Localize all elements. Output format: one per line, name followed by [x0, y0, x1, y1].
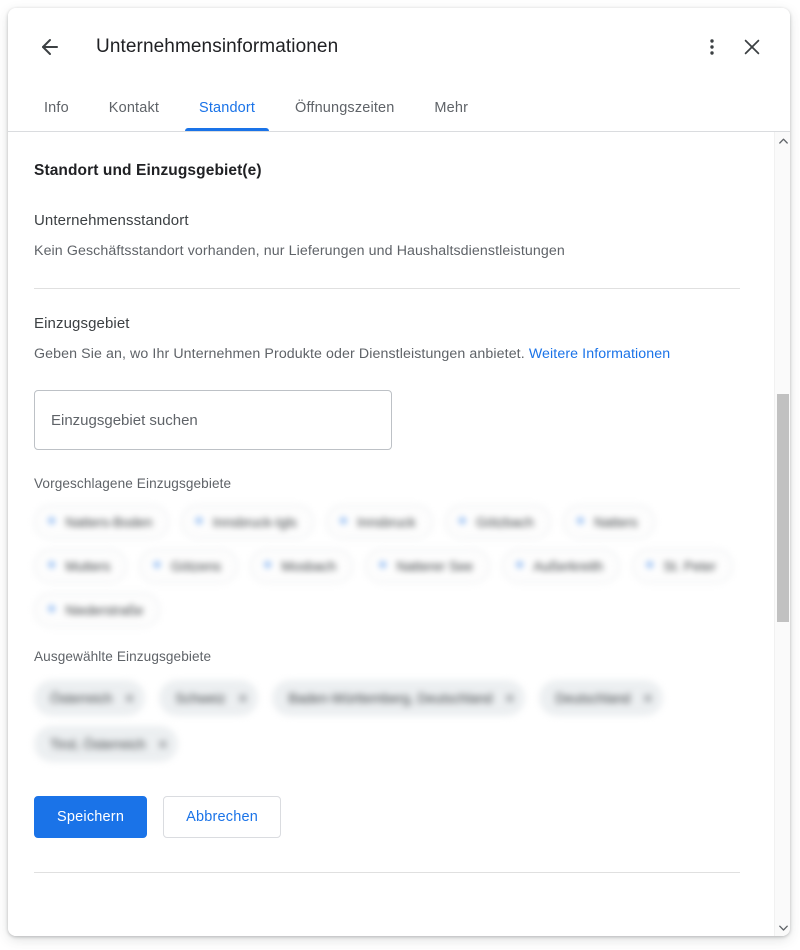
tab-standort[interactable]: Standort [185, 85, 270, 131]
suggested-chip-label: Innsbruck [357, 514, 416, 530]
selected-chip[interactable]: Deutschland ✕ [539, 680, 664, 717]
suggested-chip[interactable]: + Natters-Boden [34, 505, 170, 540]
cancel-button[interactable]: Abbrechen [163, 796, 282, 839]
service-area-search-box[interactable] [34, 390, 392, 451]
service-area-description-text: Geben Sie an, wo Ihr Unternehmen Produkt… [34, 345, 525, 362]
dialog-body: Standort und Einzugsgebiet(e) Unternehme… [8, 131, 790, 936]
back-arrow-icon[interactable] [30, 27, 70, 67]
learn-more-link[interactable]: Weitere Informationen [529, 346, 670, 362]
selected-chip-label: Deutschland [555, 690, 631, 706]
suggested-chip[interactable]: + Natters [562, 505, 655, 540]
dialog-header: Unternehmensinformationen [8, 8, 790, 85]
business-info-dialog: Unternehmensinformationen Info Kontakt S… [8, 8, 790, 936]
tab-mehr[interactable]: Mehr [420, 85, 482, 131]
vertical-scrollbar[interactable] [774, 132, 790, 936]
add-icon: + [152, 557, 162, 575]
suggested-chip-label: Mosbach [281, 558, 337, 574]
section-divider [34, 287, 740, 289]
save-button[interactable]: Speichern [34, 796, 148, 839]
service-area-description: Geben Sie an, wo Ihr Unternehmen Produkt… [34, 344, 740, 365]
remove-chip-icon[interactable]: ✕ [124, 692, 135, 705]
remove-chip-icon[interactable]: ✕ [237, 692, 248, 705]
add-icon: + [378, 557, 388, 575]
service-area-title: Einzugsgebiet [34, 314, 130, 332]
page-title: Unternehmensinformationen [96, 35, 339, 57]
remove-chip-icon[interactable]: ✕ [504, 692, 515, 705]
suggested-chip-label: Natters [594, 514, 638, 530]
suggested-chip[interactable]: + Mutters [34, 549, 128, 584]
scroll-down-arrow-icon[interactable] [775, 919, 790, 936]
suggested-chip-label: Niederstraße [65, 602, 144, 618]
suggested-chip[interactable]: + Niederstraße [34, 593, 161, 628]
add-icon: + [194, 513, 204, 531]
suggested-areas-label: Vorgeschlagene Einzugsgebiete [34, 476, 232, 492]
suggested-chip[interactable]: + Mosbach [249, 549, 354, 584]
suggested-chip[interactable]: + Götzens [139, 549, 238, 584]
tab-kontakt[interactable]: Kontakt [95, 85, 173, 131]
remove-chip-icon[interactable]: ✕ [158, 738, 169, 751]
add-icon: + [47, 601, 57, 619]
suggested-chip-label: Natters-Boden [65, 514, 153, 530]
selected-chip-list: Österreich ✕ Schweiz ✕ Baden-Württemberg, De… [34, 680, 740, 763]
tab-info[interactable]: Info [30, 85, 83, 131]
selected-chip[interactable]: Österreich ✕ [34, 680, 146, 717]
selected-chip[interactable]: Schweiz ✕ [159, 680, 259, 717]
suggested-chip[interactable]: + Natterer See [365, 549, 490, 584]
business-location-title: Unternehmensstandort [34, 212, 189, 229]
selected-chip-label: Baden-Württemberg, Deutschland [288, 690, 493, 706]
service-area-search-input[interactable] [51, 411, 375, 429]
suggested-chip[interactable]: + St. Peter [632, 549, 733, 584]
add-icon: + [47, 513, 57, 531]
close-icon[interactable] [732, 27, 772, 67]
add-icon: + [575, 513, 586, 531]
suggested-chip[interactable]: + Außerkreith [502, 549, 621, 584]
suggested-chip[interactable]: + Götzbach [444, 505, 551, 540]
tab-oeffnungszeiten[interactable]: Öffnungszeiten [281, 85, 408, 131]
selected-chip-label: Tirol, Österreich [50, 736, 146, 752]
scroll-content: Standort und Einzugsgebiet(e) Unternehme… [8, 132, 774, 936]
add-icon: + [262, 557, 273, 575]
suggested-chip-label: Götzbach [476, 514, 534, 530]
add-icon: + [47, 557, 57, 575]
selected-chip-label: Schweiz [175, 690, 226, 706]
more-vert-icon[interactable] [692, 27, 732, 67]
business-location-description: Kein Geschäftsstandort vorhanden, nur Li… [34, 243, 565, 259]
selected-areas-label: Ausgewählte Einzugsgebiete [34, 649, 212, 665]
suggested-chip[interactable]: + Innsbruck-Igls [181, 505, 314, 540]
tab-bar: Info Kontakt Standort Öffnungszeiten Meh… [8, 85, 790, 131]
suggested-chip-label: Außerkreith [533, 558, 604, 574]
suggested-chip-list: + Natters-Boden + Innsbruck-Igls + Innsbruck +… [34, 505, 734, 628]
suggested-chip-label: Mutters [65, 558, 111, 574]
remove-chip-icon[interactable]: ✕ [642, 692, 653, 705]
form-actions: Speichern Abbrechen [34, 796, 740, 839]
selected-chip[interactable]: Tirol, Österreich ✕ [34, 726, 179, 763]
suggested-chip[interactable]: + Innsbruck [325, 505, 433, 540]
add-icon: + [338, 513, 349, 531]
section-title: Standort und Einzugsgebiet(e) [34, 162, 262, 179]
suggested-chip-label: Götzens [170, 558, 221, 574]
scroll-up-arrow-icon[interactable] [775, 132, 790, 149]
selected-chip[interactable]: Baden-Württemberg, Deutschland ✕ [272, 680, 526, 717]
suggested-chip-label: Innsbruck-Igls [212, 514, 297, 530]
add-icon: + [515, 557, 525, 575]
selected-chip-label: Österreich [50, 690, 113, 706]
add-icon: + [645, 557, 655, 575]
add-icon: + [457, 513, 467, 531]
scrollbar-thumb[interactable] [777, 394, 789, 622]
suggested-chip-label: Natterer See [396, 558, 473, 574]
bottom-divider [34, 872, 740, 874]
suggested-chip-label: St. Peter [663, 558, 716, 574]
